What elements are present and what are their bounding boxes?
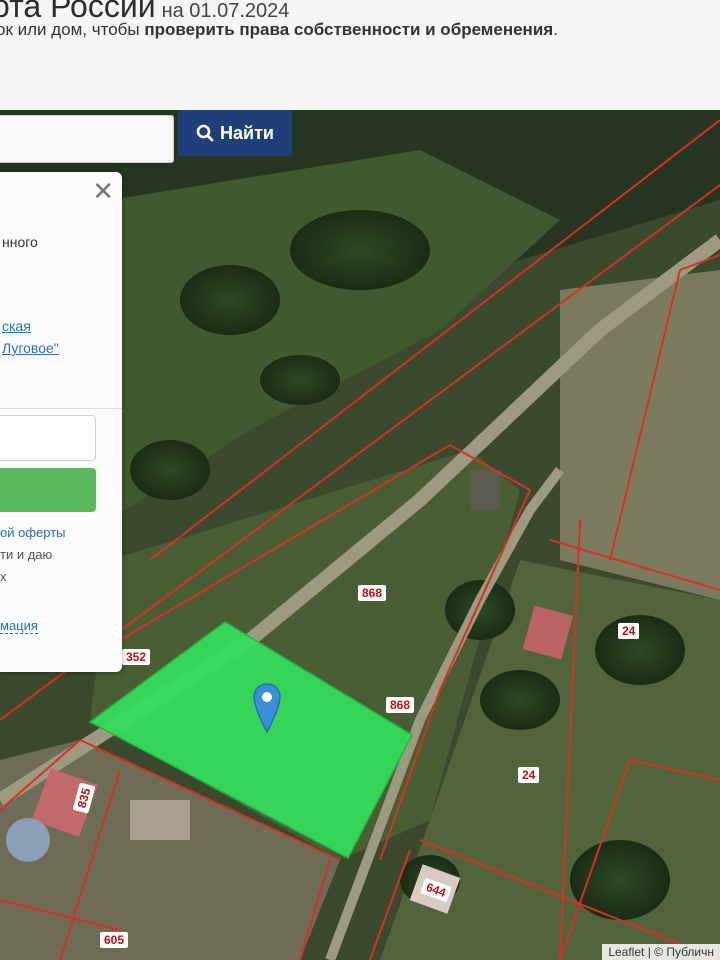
title-date: на 01.07.2024 [161, 0, 290, 22]
close-icon[interactable]: ✕ [92, 178, 114, 204]
search-input[interactable] [0, 115, 174, 163]
page-header: ота России на 01.07.2024 ок или дом, чтоб… [0, 0, 720, 110]
parcel-label[interactable]: 868 [386, 697, 415, 713]
offer-link[interactable]: ой оферты [0, 525, 66, 540]
parcel-label[interactable]: 24 [618, 623, 640, 639]
search-icon [196, 124, 214, 142]
subtitle-end: . [553, 20, 558, 39]
parcel-info-popup: ✕ нного ская Луговое" ой оферты ти и даю… [0, 172, 122, 672]
order-button[interactable] [0, 468, 96, 512]
popup-text: нного [2, 234, 38, 250]
info-link[interactable]: мация [0, 618, 38, 634]
search-button[interactable]: Найти [178, 110, 292, 156]
parcel-label[interactable]: 605 [100, 932, 129, 948]
parcel-label[interactable]: 868 [358, 585, 387, 601]
page-subtitle: ок или дом, чтобы проверить права собств… [0, 20, 558, 40]
email-field[interactable] [0, 415, 96, 461]
divider [0, 408, 122, 409]
terms-line3: х [0, 569, 7, 584]
subtitle-bold: проверить права собственности и обремене… [144, 20, 554, 39]
parcel-label[interactable]: 352 [122, 649, 151, 665]
address-link-line1[interactable]: ская [2, 318, 31, 334]
terms-text: ой оферты ти и даю х [0, 522, 66, 588]
map-attribution[interactable]: Leaflet | © Публичн [602, 944, 720, 960]
terms-line2: ти и даю [0, 547, 53, 562]
parcel-label[interactable]: 24 [518, 767, 540, 783]
search-button-label: Найти [220, 122, 274, 143]
address-link-line2[interactable]: Луговое" [2, 340, 59, 356]
location-marker-icon[interactable] [252, 682, 282, 739]
subtitle-start: ок или дом, чтобы [0, 20, 145, 39]
